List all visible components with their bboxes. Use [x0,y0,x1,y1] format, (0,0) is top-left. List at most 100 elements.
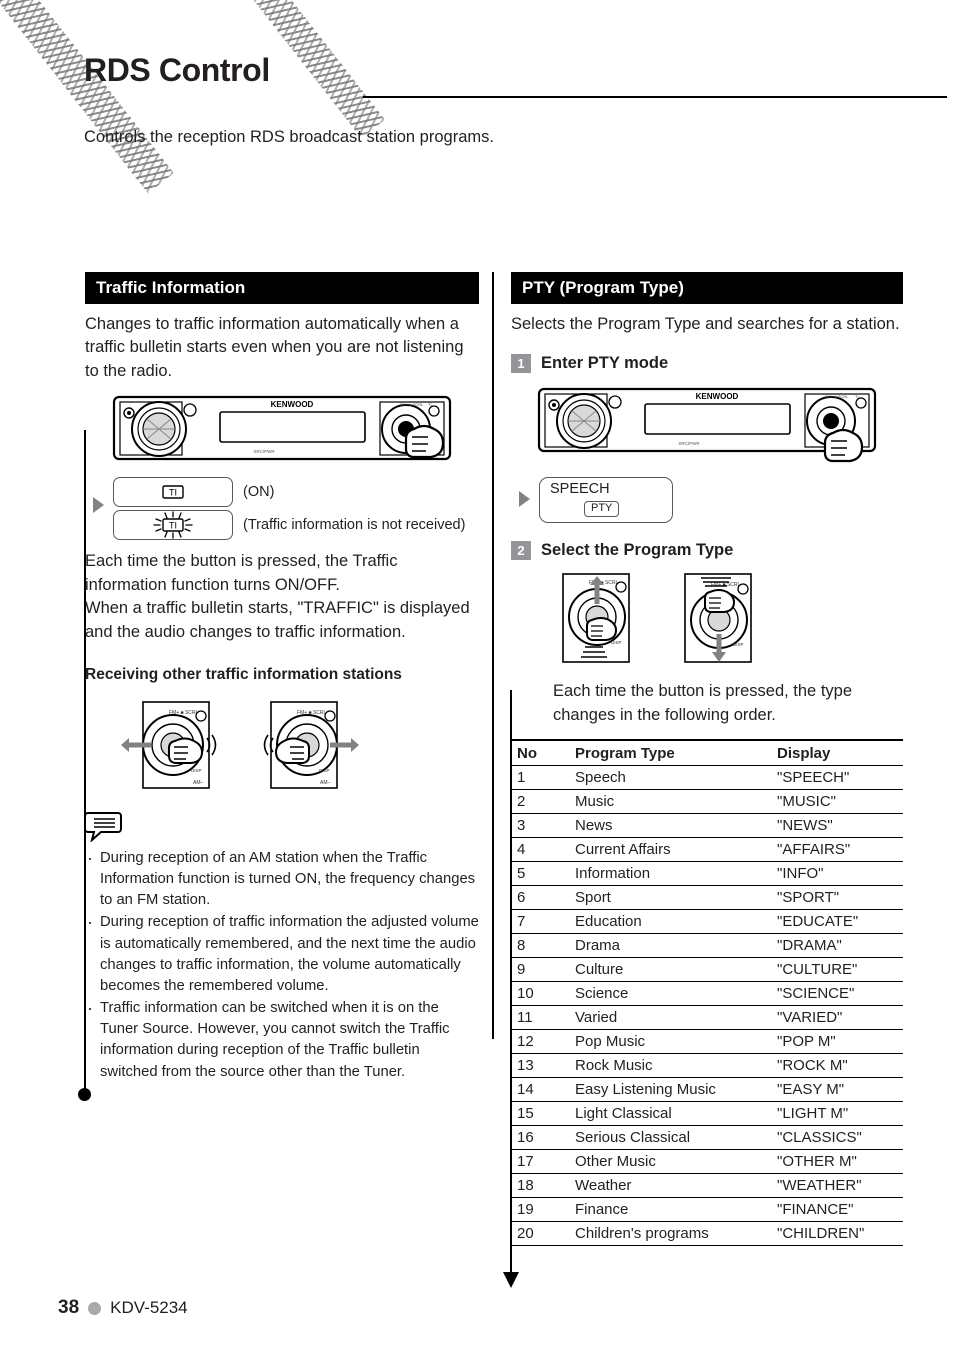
column-header-type: Program Type [569,739,771,767]
cell-display: "AFFAIRS" [771,837,903,863]
cell-type: Serious Classical [569,1125,771,1151]
cell-display: "WEATHER" [771,1173,903,1199]
cell-no: 19 [511,1197,569,1223]
ti-indicator-blinking-icon: TI [153,511,193,539]
table-row: 14 Easy Listening Music "EASY M" [511,1077,903,1103]
footer-dot-icon [88,1301,102,1315]
cell-type: Speech [569,765,771,791]
cell-no: 11 [511,1005,569,1031]
display-box: TI [113,477,233,508]
cell-no: 6 [511,885,569,911]
triangle-arrow-icon [93,497,104,514]
cell-display: "CULTURE" [771,957,903,983]
cell-type: Drama [569,933,771,959]
table-row: 3 News "NEWS" [511,813,903,839]
cell-display: "CHILDREN" [771,1221,903,1247]
table-row: 6 Sport "SPORT" [511,885,903,911]
cell-type: Sport [569,885,771,911]
cell-display: "VARIED" [771,1005,903,1031]
cell-no: 20 [511,1221,569,1247]
cell-type: Other Music [569,1149,771,1175]
table-row: 4 Current Affairs "AFFAIRS" [511,837,903,863]
left-flow-endpoint-dot [78,1088,91,1101]
table-row: 7 Education "EDUCATE" [511,909,903,935]
pty-speech-display-box: SPEECH PTY [539,477,673,524]
table-row: 15 Light Classical "LIGHT M" [511,1101,903,1127]
table-row: 16 Serious Classical "CLASSICS" [511,1125,903,1151]
pty-indicator-tag: PTY [584,500,620,518]
cell-no: 12 [511,1029,569,1055]
cell-display: "NEWS" [771,813,903,839]
svg-text:TI: TI [169,488,177,498]
svg-text:SRC/PWR: SRC/PWR [253,449,275,454]
cell-display: "MUSIC" [771,789,903,815]
traffic-display-chips: TI (ON) TI (Traffic information is not r… [93,477,479,541]
step-label: Select the Program Type [541,541,734,560]
cell-type: Light Classical [569,1101,771,1127]
svg-text:FM+ ■ SCRL: FM+ ■ SCRL [169,710,198,716]
cell-display: "OTHER M" [771,1149,903,1175]
display-box-blinking: TI [113,510,233,541]
table-row: 13 Rock Music "ROCK M" [511,1053,903,1079]
pty-display-text: SPEECH [550,481,610,498]
triangle-arrow-icon [519,491,530,508]
page-number: 38 [58,1297,80,1318]
pty-section-heading: PTY (Program Type) [511,272,903,304]
step-number-chip: 2 [511,541,531,561]
svg-text:DISP: DISP [319,768,330,773]
cell-type: Easy Listening Music [569,1077,771,1103]
cell-type: Science [569,981,771,1007]
pty-cycle-flow-arrowhead [503,1272,519,1288]
table-row: 19 Finance "FINANCE" [511,1197,903,1223]
traffic-chip-blink-note: (Traffic information is not received) [243,516,466,533]
table-row: 20 Children's programs "CHILDREN" [511,1221,903,1247]
cell-no: 4 [511,837,569,863]
cell-no: 8 [511,933,569,959]
decorative-diagonal-band [0,0,174,194]
traffic-chip-blinking: TI (Traffic information is not received) [113,510,466,541]
traffic-chip-on: TI (ON) [113,477,465,508]
svg-text:AM–: AM– [320,780,331,786]
traffic-explanation: Each time the button is pressed, the Tra… [85,552,470,641]
table-row: 17 Other Music "OTHER M" [511,1149,903,1175]
svg-text:DISP: DISP [733,642,744,647]
cell-display: "EDUCATE" [771,909,903,935]
cell-type: Pop Music [569,1029,771,1055]
cell-no: 9 [511,957,569,983]
column-header-display: Display [771,739,903,767]
table-row: 2 Music "MUSIC" [511,789,903,815]
traffic-chip-on-note: (ON) [243,483,275,500]
knob-push-down-illustration: FM+ ■ SCRL DISP [684,573,752,664]
cell-no: 5 [511,861,569,887]
traffic-notes-block: During reception of an AM station when t… [85,810,479,1083]
traffic-faceplate-illustration: KENWOOD SRC/PWR FM+ ■ SCRL TI [85,393,479,465]
note-item: During reception of an AM station when t… [85,846,479,911]
cell-display: "SPEECH" [771,765,903,791]
svg-text:FM+ ■ SCRL: FM+ ■ SCRL [297,710,326,716]
cell-no: 1 [511,765,569,791]
cell-no: 16 [511,1125,569,1151]
cell-display: "LIGHT M" [771,1101,903,1127]
traffic-subheading: Receiving other traffic information stat… [85,665,402,683]
cell-type: Current Affairs [569,837,771,863]
table-row: 5 Information "INFO" [511,861,903,887]
table-row: 1 Speech "SPEECH" [511,765,903,791]
column-header-no: No [511,739,569,767]
note-item: During reception of traffic information … [85,910,479,997]
cell-type: Music [569,789,771,815]
traffic-notes-list: During reception of an AM station when t… [85,846,479,1083]
title-rule [363,96,947,98]
traffic-section-heading: Traffic Information [85,272,479,304]
cell-display: "ROCK M" [771,1053,903,1079]
traffic-description: Changes to traffic information automatic… [85,315,464,380]
svg-text:TI: TI [855,394,859,399]
cell-no: 17 [511,1149,569,1175]
table-row: 12 Pop Music "POP M" [511,1029,903,1055]
cell-no: 14 [511,1077,569,1103]
cell-display: "EASY M" [771,1077,903,1103]
pty-section: PTY (Program Type) Selects the Program T… [511,272,903,1247]
svg-text:KENWOOD: KENWOOD [271,400,314,409]
pty-step2-explanation: Each time the button is pressed, the typ… [553,682,853,724]
column-divider [492,272,494,1039]
pty-knob-illustrations: FM+ ■ SCRL DISP FM+ ■ SCRL DISP [553,572,903,664]
